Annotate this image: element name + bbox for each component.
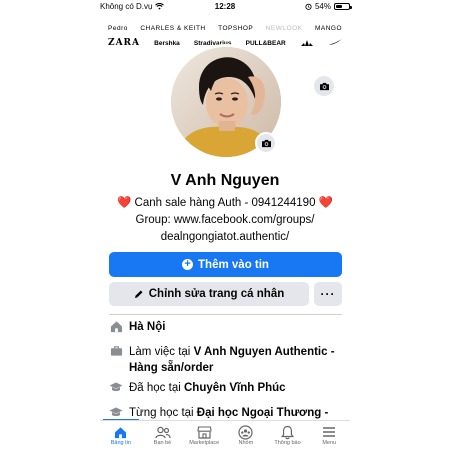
intro-detail-value[interactable]: Hà Nội <box>129 321 165 333</box>
tab-groups[interactable]: Nhóm <box>225 421 267 450</box>
profile-bio: ❤️ Canh sale hàng Auth - 0941244190 ❤️ G… <box>108 195 342 246</box>
graduation-cap-icon <box>109 380 123 394</box>
tab-label: Marketplace <box>189 440 220 446</box>
graduation-cap-icon <box>109 405 123 419</box>
intro-detail-value[interactable]: Đại học Ngoại Thương - <box>197 407 329 419</box>
alarm-icon <box>305 3 312 10</box>
intro-detail-prefix: Từng học tại <box>129 407 197 419</box>
cover-brand-logo: PULL&BEAR <box>245 39 286 47</box>
heart-icon: ❤️ <box>116 197 132 209</box>
bio-line-2[interactable]: Group: www.facebook.com/groups/ <box>108 212 342 229</box>
section-divider <box>109 314 342 315</box>
bio-line-1: ❤️ Canh sale hàng Auth - 0941244190 ❤️ <box>108 195 342 212</box>
more-options-button[interactable]: ··· <box>314 282 342 306</box>
bell-icon <box>279 424 297 440</box>
tab-label: Bạn bè <box>153 440 172 446</box>
tab-label: Nhóm <box>238 440 254 446</box>
tab-menu[interactable]: Menu <box>308 421 350 450</box>
cover-brand-logo <box>300 39 314 48</box>
edit-profile-picture-button[interactable] <box>255 132 277 154</box>
intro-detail-prefix: Đã học tại <box>129 382 184 394</box>
add-to-story-label: Thêm vào tin <box>198 258 269 271</box>
status-right: 54% <box>305 2 352 11</box>
cover-brand-logo: Pedro <box>108 25 128 32</box>
cover-brand-logo: NEWLOOK <box>265 25 303 32</box>
tab-label: Bảng tin <box>110 440 131 446</box>
marketplace-icon <box>195 424 213 440</box>
edit-profile-label: Chỉnh sửa trang cá nhân <box>148 288 285 300</box>
cover-brand-logo <box>327 39 342 47</box>
tab-marketplace[interactable]: Marketplace <box>183 421 225 450</box>
profile-name: V Anh Nguyen <box>170 172 280 189</box>
tab-label: Menu <box>322 440 337 446</box>
tab-friends[interactable]: Bạn bè <box>142 421 184 450</box>
intro-detail-text: Hà Nội <box>129 319 342 335</box>
plus-circle-icon: + <box>182 259 194 270</box>
intro-detail-text: Đã học tại Chuyên Vĩnh Phúc <box>129 380 342 396</box>
edit-cover-button[interactable] <box>314 76 334 96</box>
cover-brand-logo: Bershka <box>154 39 180 47</box>
tab-bell[interactable]: Thông báo <box>267 421 309 450</box>
home-icon <box>109 319 123 333</box>
camera-icon <box>319 82 329 90</box>
intro-detail-prefix: Làm việc tại <box>129 346 194 358</box>
camera-icon <box>261 139 271 147</box>
more-dots-icon: ··· <box>320 287 336 301</box>
groups-icon <box>237 424 255 440</box>
status-bar: Không có D.vụ 12:28 54% <box>100 0 352 14</box>
battery-fill <box>336 5 343 8</box>
cover-brand-logo: TOPSHOP <box>218 25 254 32</box>
pencil-icon <box>134 290 143 298</box>
cover-brand-logo: CHARLES & KEITH <box>140 25 206 32</box>
bio-line-1-text: Canh sale hàng Auth - 0941244190 <box>134 197 316 209</box>
battery-percent: 54% <box>314 2 331 11</box>
battery-icon <box>334 3 352 10</box>
friends-icon <box>154 424 172 440</box>
intro-detail-value[interactable]: Chuyên Vĩnh Phúc <box>184 382 286 394</box>
bottom-tab-bar: Bảng tin Bạn bè Marketplace Nhóm Thông báo Me… <box>100 420 350 450</box>
tab-home[interactable]: Bảng tin <box>100 421 142 450</box>
intro-detail-text: Làm việc tại V Anh Nguyen Authentic - Hà… <box>129 344 342 376</box>
cover-brand-logo: MANGO <box>314 25 342 32</box>
menu-icon <box>320 424 338 440</box>
cover-brand-logo: ZARA <box>108 38 141 48</box>
bio-line-3[interactable]: dealngongiatot.authentic/ <box>108 229 342 246</box>
heart-icon: ❤️ <box>318 197 334 209</box>
tab-label: Thông báo <box>274 440 301 446</box>
cover-brands-row-1: Pedro CHARLES & KEITH TOPSHOP NEWLOOK MANGO <box>108 25 342 32</box>
edit-profile-button[interactable]: Chỉnh sửa trang cá nhân <box>109 282 309 306</box>
add-to-story-button[interactable]: + Thêm vào tin <box>109 252 342 277</box>
briefcase-icon <box>109 344 123 358</box>
intro-detail-text: Từng học tại Đại học Ngoại Thương - <box>129 405 342 421</box>
home-icon <box>112 424 130 440</box>
